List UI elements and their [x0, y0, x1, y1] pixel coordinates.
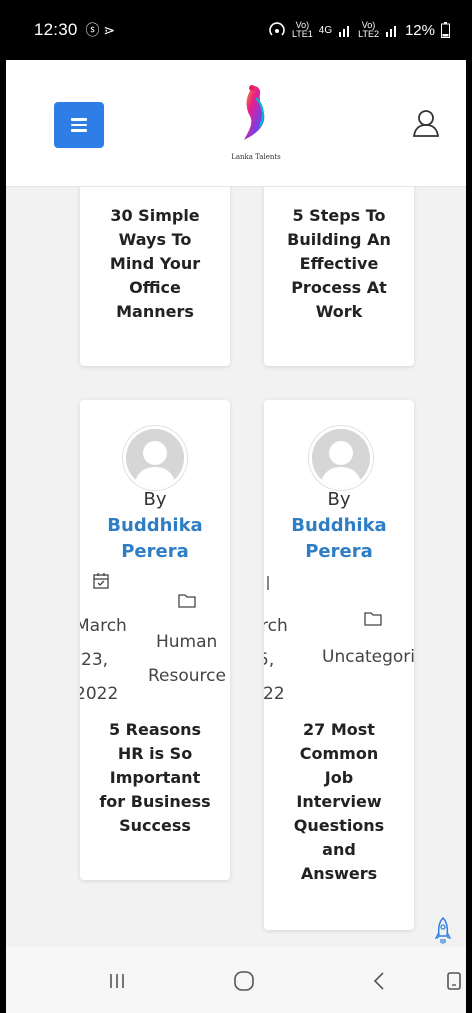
calendar-icon — [93, 573, 109, 589]
post-category[interactable]: Uncategori — [322, 640, 414, 674]
status-time: 12:30 — [34, 20, 78, 39]
post-title[interactable]: 5 Reasons HR is So Important for Busines… — [80, 718, 230, 838]
calendar-icon — [267, 576, 269, 590]
avatar-placeholder-icon — [312, 429, 370, 487]
post-title[interactable]: 27 Most Common Job Interview Questions a… — [264, 718, 414, 886]
hamburger-icon — [71, 118, 87, 121]
post-title[interactable]: 5 Steps To Building An Effective Process… — [264, 204, 414, 324]
logo-text: Lanka Talents — [231, 153, 281, 161]
post-date: rch 5, 22 — [264, 616, 288, 704]
site-logo[interactable]: Lanka Talents — [226, 80, 286, 161]
post-card[interactable]: 30 Simple Ways To Mind Your Office Manne… — [80, 187, 230, 366]
system-nav-bar — [6, 947, 466, 1013]
folder-icon — [178, 594, 196, 608]
battery-percent: 12% — [404, 21, 435, 39]
signal-icon — [385, 26, 396, 37]
post-card[interactable]: By Buddhika Perera March 23, 2022 Human … — [80, 400, 230, 880]
post-card[interactable]: By Buddhika Perera rch 5, 22 Uncategori … — [264, 400, 414, 930]
back-icon[interactable] — [372, 971, 386, 991]
sim1-indicator: Vo) LTE1 — [291, 20, 313, 39]
author-name[interactable]: Buddhika Perera — [80, 513, 230, 565]
by-label: By — [327, 489, 351, 510]
menu-button[interactable] — [54, 102, 104, 148]
notification-icons: ⓢ ⋗ — [85, 22, 116, 38]
by-label: By — [143, 489, 167, 510]
signal-icon — [339, 26, 350, 37]
logo-mark — [244, 85, 265, 140]
status-right: Vo) LTE1 4G Vo) LTE2 12% — [268, 21, 450, 39]
network-type: 4G — [318, 24, 333, 36]
battery-icon — [441, 22, 450, 38]
blog-grid: 30 Simple Ways To Mind Your Office Manne… — [6, 187, 466, 947]
folder-icon — [364, 612, 382, 626]
screenshot-icon[interactable] — [446, 971, 462, 991]
post-category[interactable]: Human Resource — [148, 625, 226, 693]
sim2-indicator: Vo) LTE2 — [358, 20, 379, 39]
user-icon[interactable] — [412, 108, 440, 138]
post-title[interactable]: 30 Simple Ways To Mind Your Office Manne… — [80, 204, 230, 324]
home-icon[interactable] — [232, 969, 256, 993]
screen-edge — [466, 60, 472, 1013]
rocket-icon[interactable] — [433, 916, 453, 946]
author-avatar — [309, 426, 373, 490]
author-name[interactable]: Buddhika Perera — [264, 513, 414, 565]
site-header: Lanka Talents — [6, 60, 466, 187]
avatar-placeholder-icon — [126, 429, 184, 487]
hotspot-icon — [269, 22, 285, 36]
post-date: March 23, 2022 — [80, 616, 127, 704]
status-bar: 12:30 ⓢ ⋗ Vo) LTE1 4G Vo) LTE2 12% — [0, 0, 472, 60]
author-avatar — [123, 426, 187, 490]
recent-apps-icon[interactable] — [108, 972, 126, 990]
phone-screen: 12:30 ⓢ ⋗ Vo) LTE1 4G Vo) LTE2 12% Lanka… — [0, 0, 472, 1013]
post-card[interactable]: 5 Steps To Building An Effective Process… — [264, 187, 414, 366]
